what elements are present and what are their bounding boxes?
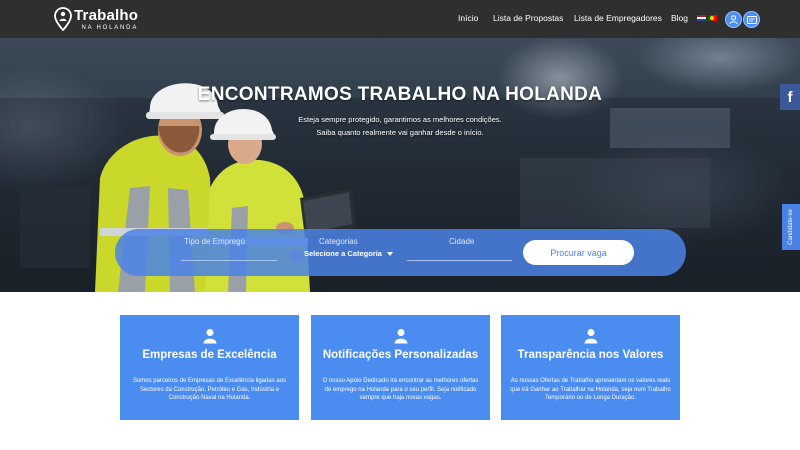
flag-netherlands-icon[interactable] <box>697 15 706 21</box>
user-icon <box>394 329 407 344</box>
feature-card-description: As nossas Ofertas de Trabalho apresentam… <box>510 378 671 401</box>
nav-item-lista-propostas[interactable]: Lista de Propostas <box>493 13 563 23</box>
facebook-icon: f <box>787 88 793 106</box>
feature-card-description: O nosso Apoio Dedicado irá encontrar as … <box>322 378 479 401</box>
hero-subtitle-line-2: Saiba quanto realmente vai ganhar desde … <box>316 128 484 137</box>
hero-banner: ENCONTRAMOS TRABALHO NA HOLANDA Esteja s… <box>0 38 800 292</box>
hero-subtitle-line-1: Esteja sempre protegido, garantimos as m… <box>298 115 502 124</box>
top-navbar: Trabalho NA HOLANDA Início Lista de Prop… <box>0 0 800 38</box>
employer-area-button[interactable] <box>743 11 760 28</box>
id-card-icon <box>746 15 757 24</box>
user-icon <box>584 329 597 344</box>
search-jobs-button[interactable]: Procurar vaga <box>523 240 634 265</box>
category-select-value: Selecione a Categoria <box>304 249 382 258</box>
nav-item-blog[interactable]: Blog <box>671 13 688 23</box>
candidate-area-button[interactable] <box>725 11 742 28</box>
job-type-input[interactable] <box>181 249 277 261</box>
job-search-form: Tipo de Emprego Categorias Selecione a C… <box>115 229 686 276</box>
candidate-side-tab-label: Candidate-se <box>788 209 794 245</box>
user-pin-icon <box>729 14 738 24</box>
feature-card-transparencia: Transparência nos Valores As nossas Ofer… <box>501 315 680 420</box>
feature-card-notificacoes: Notificações Personalizadas O nosso Apoi… <box>311 315 490 420</box>
flag-portugal-icon[interactable] <box>708 15 717 21</box>
chevron-down-icon <box>386 252 393 257</box>
candidate-side-tab[interactable]: Candidate-se <box>782 204 800 250</box>
category-label: Categorias <box>319 237 358 246</box>
city-label: Cidade <box>449 237 475 246</box>
feature-card-title: Empresas de Excelência <box>142 349 277 361</box>
category-select[interactable]: Selecione a Categoria <box>304 249 393 258</box>
main-nav: Início Lista de Propostas Lista de Empre… <box>0 0 800 38</box>
feature-card-title: Transparência nos Valores <box>517 349 664 361</box>
user-icon <box>203 329 216 344</box>
feature-card-title: Notificações Personalizadas <box>322 349 479 361</box>
hero-title: ENCONTRAMOS TRABALHO NA HOLANDA <box>197 84 603 105</box>
city-input[interactable] <box>407 249 512 261</box>
feature-card-empresas: Empresas de Excelência Somos parceiros d… <box>120 315 299 420</box>
job-type-label: Tipo de Emprego <box>184 237 246 246</box>
language-selector <box>697 15 717 21</box>
feature-card-description: Somos parceiros de Empresas de Excelênci… <box>132 378 287 401</box>
nav-item-inicio[interactable]: Início <box>458 13 478 23</box>
facebook-tab[interactable]: f <box>780 84 800 110</box>
nav-item-lista-empregadores[interactable]: Lista de Empregadores <box>574 13 662 23</box>
